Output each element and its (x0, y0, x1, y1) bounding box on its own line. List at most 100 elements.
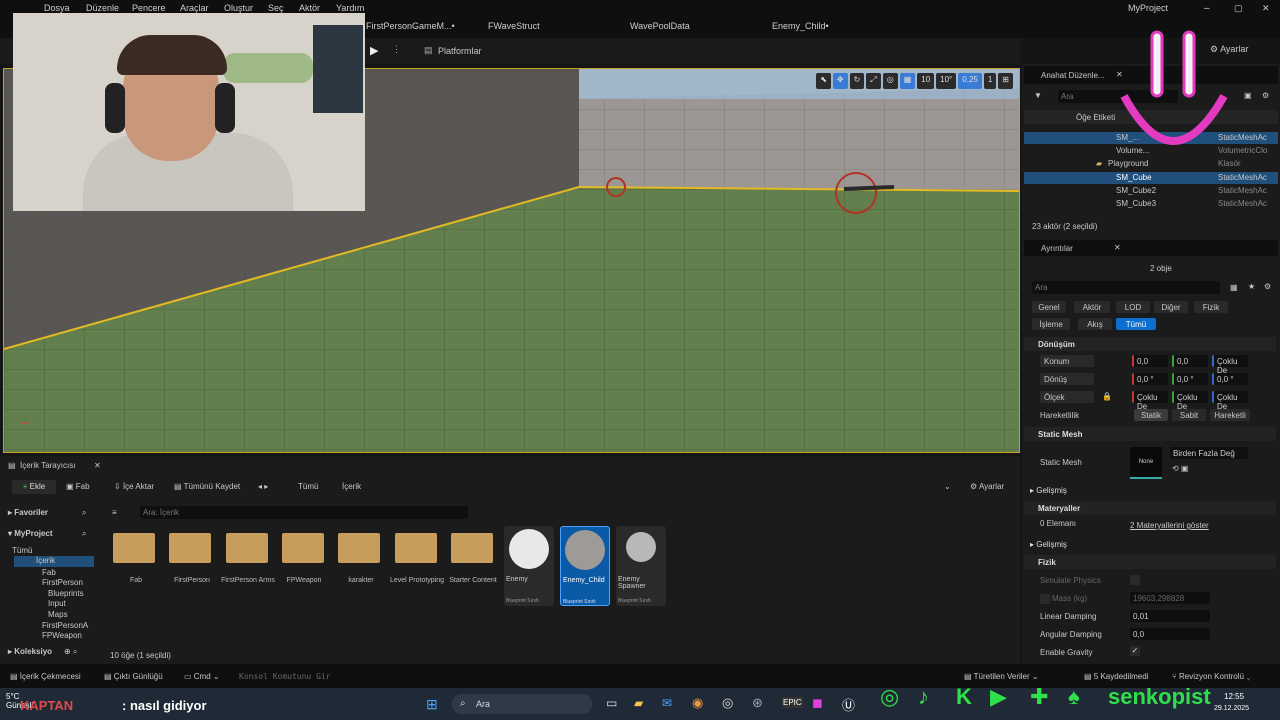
asset-enemy-child[interactable]: Enemy_Child Blueprint Sınıfı (560, 526, 610, 606)
scale-tool-icon[interactable]: ⤢ (866, 73, 881, 89)
simulate-checkbox[interactable] (1130, 575, 1140, 585)
taskbar-search[interactable]: Ara (452, 694, 592, 714)
outliner-title[interactable]: Anahat Düzenle... (1041, 71, 1105, 80)
more-icon[interactable]: ⋮ (392, 44, 401, 55)
content-browser-title[interactable]: İçerik Tarayıcısı (20, 461, 75, 470)
filter-rendering[interactable]: İşleme (1032, 318, 1070, 330)
file-explorer-icon[interactable]: ▰ (634, 696, 643, 710)
table-row[interactable]: SM_Cube2 StaticMeshAc (1024, 185, 1278, 197)
camera-speed[interactable]: 1 (983, 73, 997, 89)
filter-icon[interactable]: ▼ (1034, 91, 1042, 100)
content-search[interactable]: Ara: İçerik (140, 506, 468, 519)
minimize-icon[interactable]: – (1204, 3, 1210, 14)
gravity-checkbox[interactable]: ✓ (1130, 646, 1140, 656)
grid-size[interactable]: 10 (917, 73, 935, 89)
folder-firstperson-arms[interactable] (226, 533, 268, 563)
epic-icon[interactable]: EPIC (782, 697, 803, 708)
revision-control-button[interactable]: ⑂ Revizyon Kontrolü ⌄ (1172, 672, 1251, 681)
maximize-icon[interactable]: ▢ (1234, 3, 1243, 14)
filter-icon[interactable]: ≡ (112, 508, 117, 517)
grid-snap-icon[interactable]: ▦ (899, 73, 916, 89)
menu-help[interactable]: Yardım (336, 3, 364, 13)
rotation-y[interactable]: 0,0 ° (1172, 373, 1208, 385)
tab-enemy-child[interactable]: Enemy_Child• (772, 21, 829, 31)
windows-start-icon[interactable]: ⊞ (426, 696, 438, 713)
tree-item[interactable]: Input (48, 599, 66, 608)
mesh-dropdown[interactable]: Birden Fazla Değ (1170, 447, 1248, 459)
location-y[interactable]: 0,0 (1172, 355, 1208, 367)
mesh-thumbnail[interactable]: None (1130, 447, 1162, 479)
location-dropdown[interactable]: Konum (1040, 355, 1094, 367)
mobility-stationary[interactable]: Sabit (1172, 409, 1206, 421)
physics-section[interactable]: Fizik (1024, 555, 1276, 569)
rotate-tool-icon[interactable]: ↻ (849, 73, 865, 89)
rotation-snap[interactable]: 10° (936, 73, 957, 89)
tree-item[interactable]: FirstPersonA (42, 621, 88, 630)
scale-z[interactable]: Çoklu De (1212, 391, 1248, 411)
layout-icon[interactable]: ⊞ (998, 73, 1013, 89)
close-icon[interactable]: ✕ (1262, 3, 1270, 14)
filter-streaming[interactable]: Akış (1078, 318, 1112, 330)
scale-y[interactable]: Çoklu De (1172, 391, 1208, 411)
project-header[interactable]: ▾ MyProject (8, 529, 52, 538)
obs-icon[interactable]: ◼ (812, 695, 823, 711)
tab-gamemode[interactable]: FirstPersonGameM...• (366, 21, 455, 31)
item-label-col[interactable]: Öğe Etiketi (1076, 113, 1115, 122)
lock-icon[interactable]: 🔒 (1102, 392, 1112, 401)
search-icon[interactable]: ⌕ (82, 529, 86, 539)
add-collection-icon[interactable]: ⊕ ⌕ (64, 647, 77, 657)
linear-damping-field[interactable]: 0,01 (1130, 610, 1210, 622)
world-icon[interactable]: ◎ (882, 73, 898, 89)
folder-level-prototyping[interactable] (395, 533, 437, 563)
table-icon[interactable]: ▦ (1230, 283, 1238, 292)
mass-field[interactable]: 19603,298828 (1130, 592, 1210, 604)
tab-wavepooldata[interactable]: WavePoolData (630, 21, 690, 31)
history-back-icon[interactable]: ◂ ▸ (258, 482, 268, 491)
collections-header[interactable]: ▸ Koleksiyo (8, 647, 52, 656)
breadcrumb-content[interactable]: İçerik (342, 482, 361, 491)
filter-all[interactable]: Tümü (1116, 318, 1156, 330)
filter-physics[interactable]: Fizik (1194, 301, 1228, 313)
scale-x[interactable]: Çoklu De (1132, 391, 1168, 411)
app-icon[interactable]: ◎ (722, 695, 733, 711)
mobility-static[interactable]: Statik (1134, 409, 1168, 421)
breadcrumb-all[interactable]: Tümü (298, 482, 318, 491)
rotation-x[interactable]: 0,0 ° (1132, 373, 1168, 385)
rotation-dropdown[interactable]: Dönüş (1040, 373, 1094, 385)
table-row[interactable]: ▰ Playground Klasör (1024, 158, 1278, 170)
materials-section[interactable]: Materyaller (1024, 501, 1276, 515)
chrome-icon[interactable]: ◉ (692, 695, 703, 711)
menu-file[interactable]: Dosya (44, 3, 70, 13)
show-materials-link[interactable]: 2 Materyallerini göster (1130, 521, 1209, 530)
rotation-z[interactable]: 0,0 ° (1212, 373, 1248, 385)
scale-snap[interactable]: 0,25 (958, 73, 982, 89)
content-settings[interactable]: ⚙ Ayarlar (970, 482, 1004, 491)
angular-damping-field[interactable]: 0,0 (1130, 628, 1210, 640)
tree-item[interactable]: FPWeapon (42, 631, 82, 640)
unsaved-button[interactable]: ▤ 5 Kaydedilmedi (1084, 672, 1148, 681)
location-x[interactable]: 0,0 (1132, 355, 1168, 367)
mobility-movable[interactable]: Hareketli (1210, 409, 1250, 421)
add-button[interactable]: + Ekle (12, 480, 56, 494)
tab-wavestruct[interactable]: FWaveStruct (488, 21, 540, 31)
star-icon[interactable]: ★ (1248, 282, 1255, 291)
tree-item[interactable]: Maps (48, 610, 68, 619)
tree-item[interactable]: Fab (42, 568, 56, 577)
folder-karakter[interactable] (338, 533, 380, 563)
close-icon[interactable]: ✕ (1114, 243, 1121, 252)
unreal-icon[interactable]: Ⓤ (842, 695, 855, 714)
mail-icon[interactable]: ✉ (662, 696, 672, 710)
mass-checkbox[interactable] (1040, 594, 1050, 604)
platforms-button[interactable]: Platformlar (438, 46, 482, 56)
close-icon[interactable]: ✕ (94, 461, 101, 470)
table-row[interactable]: SM_Cube3 StaticMeshAc (1024, 198, 1278, 210)
menu-actor[interactable]: Aktör (299, 3, 320, 13)
menu-select[interactable]: Seç (268, 3, 284, 13)
cmd-dropdown[interactable]: ▭ Cmd ⌄ (184, 672, 220, 681)
filter-general[interactable]: Genel (1032, 301, 1066, 313)
output-log-button[interactable]: ▤ Çıktı Günlüğü (104, 672, 163, 681)
import-button[interactable]: ⇩ İçe Aktar (114, 482, 154, 491)
fab-button[interactable]: ▣ Fab (66, 482, 90, 491)
gear-icon[interactable]: ⚙ (1264, 282, 1271, 291)
asset-enemy-spawner[interactable]: Enemy Spawner Blueprint Sınıfı (616, 526, 666, 606)
